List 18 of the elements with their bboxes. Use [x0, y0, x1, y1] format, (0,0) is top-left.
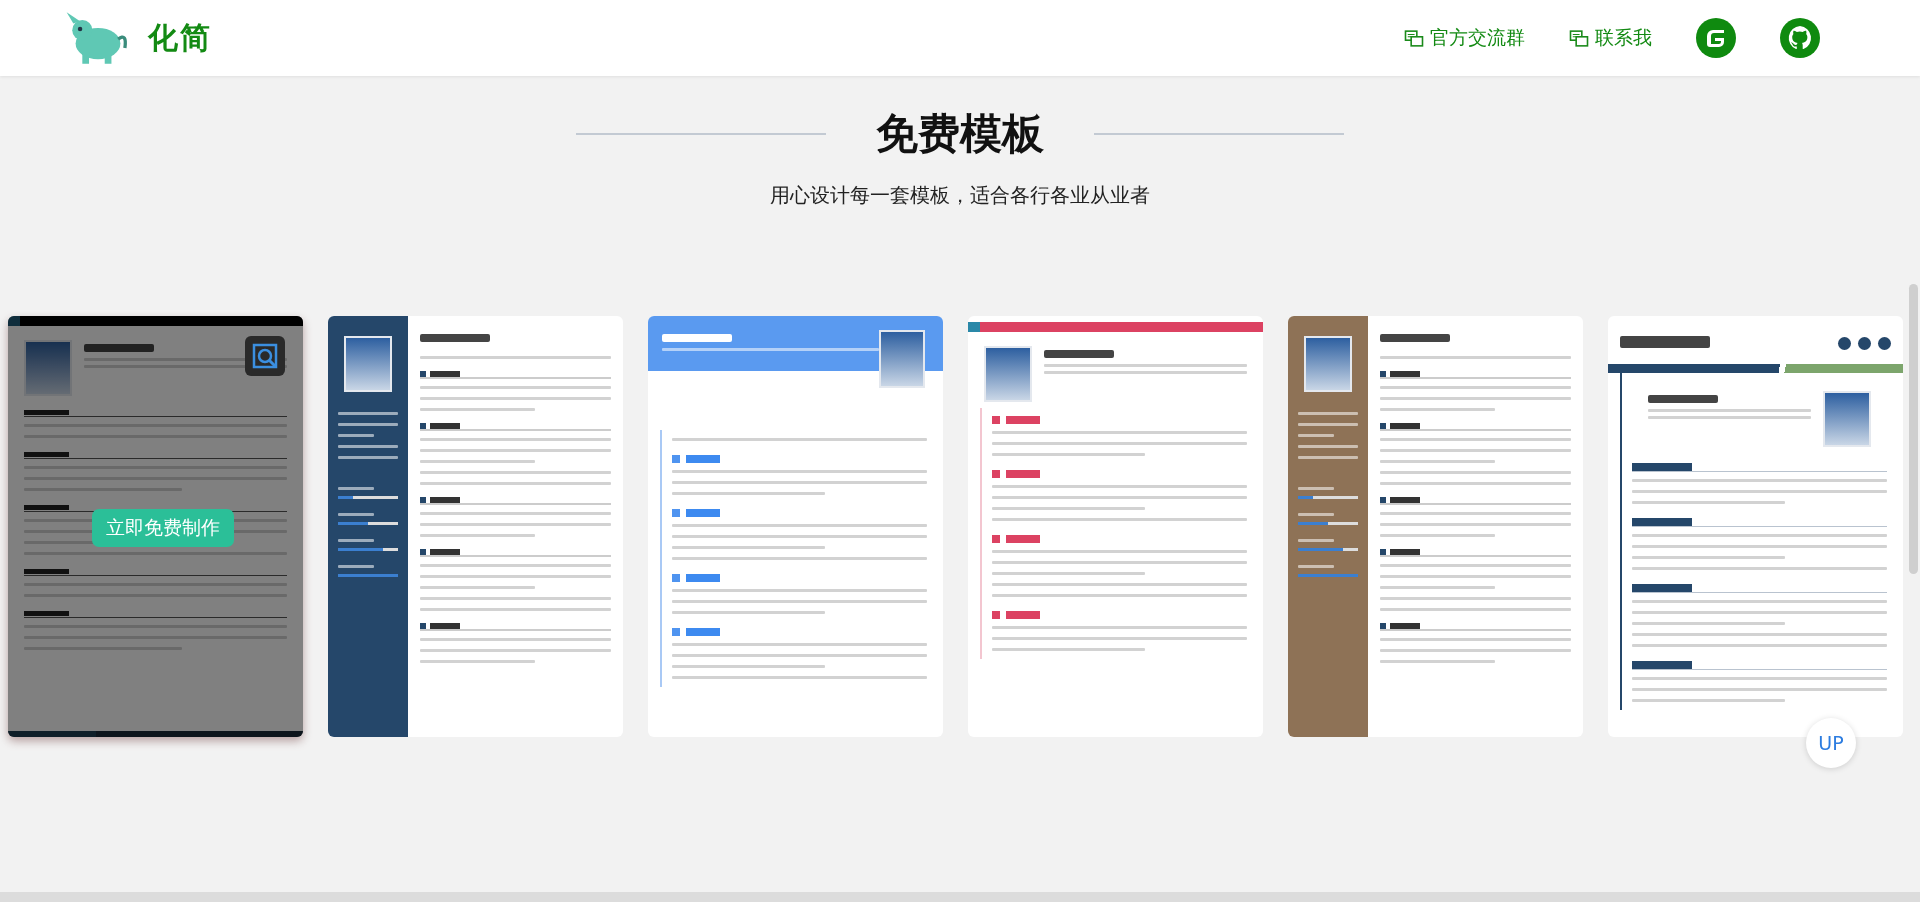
chat-icon [1404, 29, 1424, 47]
github-icon[interactable] [1780, 18, 1820, 58]
chat-icon [1569, 29, 1589, 47]
section-title: 免费模板 [876, 108, 1044, 160]
preview-zoom-icon[interactable] [245, 336, 285, 376]
back-to-top-button[interactable]: UP [1806, 718, 1856, 768]
nav-link[interactable]: 官方交流群 [1404, 25, 1525, 51]
brand-name[interactable]: 化简 [148, 17, 212, 59]
section-subtitle: 用心设计每一套模板，适合各行各业从业者 [770, 182, 1150, 209]
g-logo-icon[interactable] [1696, 18, 1736, 58]
nav-link[interactable]: 联系我 [1569, 25, 1652, 51]
resume-preview-drawing[interactable] [328, 316, 623, 737]
scrollbar-thumb[interactable] [1909, 284, 1918, 574]
resume-preview-drawing[interactable] [968, 316, 1263, 737]
resume-preview-drawing[interactable] [1288, 316, 1583, 737]
resume-preview-drawing[interactable] [8, 316, 303, 737]
resume-preview-drawing[interactable] [1608, 316, 1903, 737]
create-button[interactable]: 立即免费制作 [92, 509, 234, 547]
